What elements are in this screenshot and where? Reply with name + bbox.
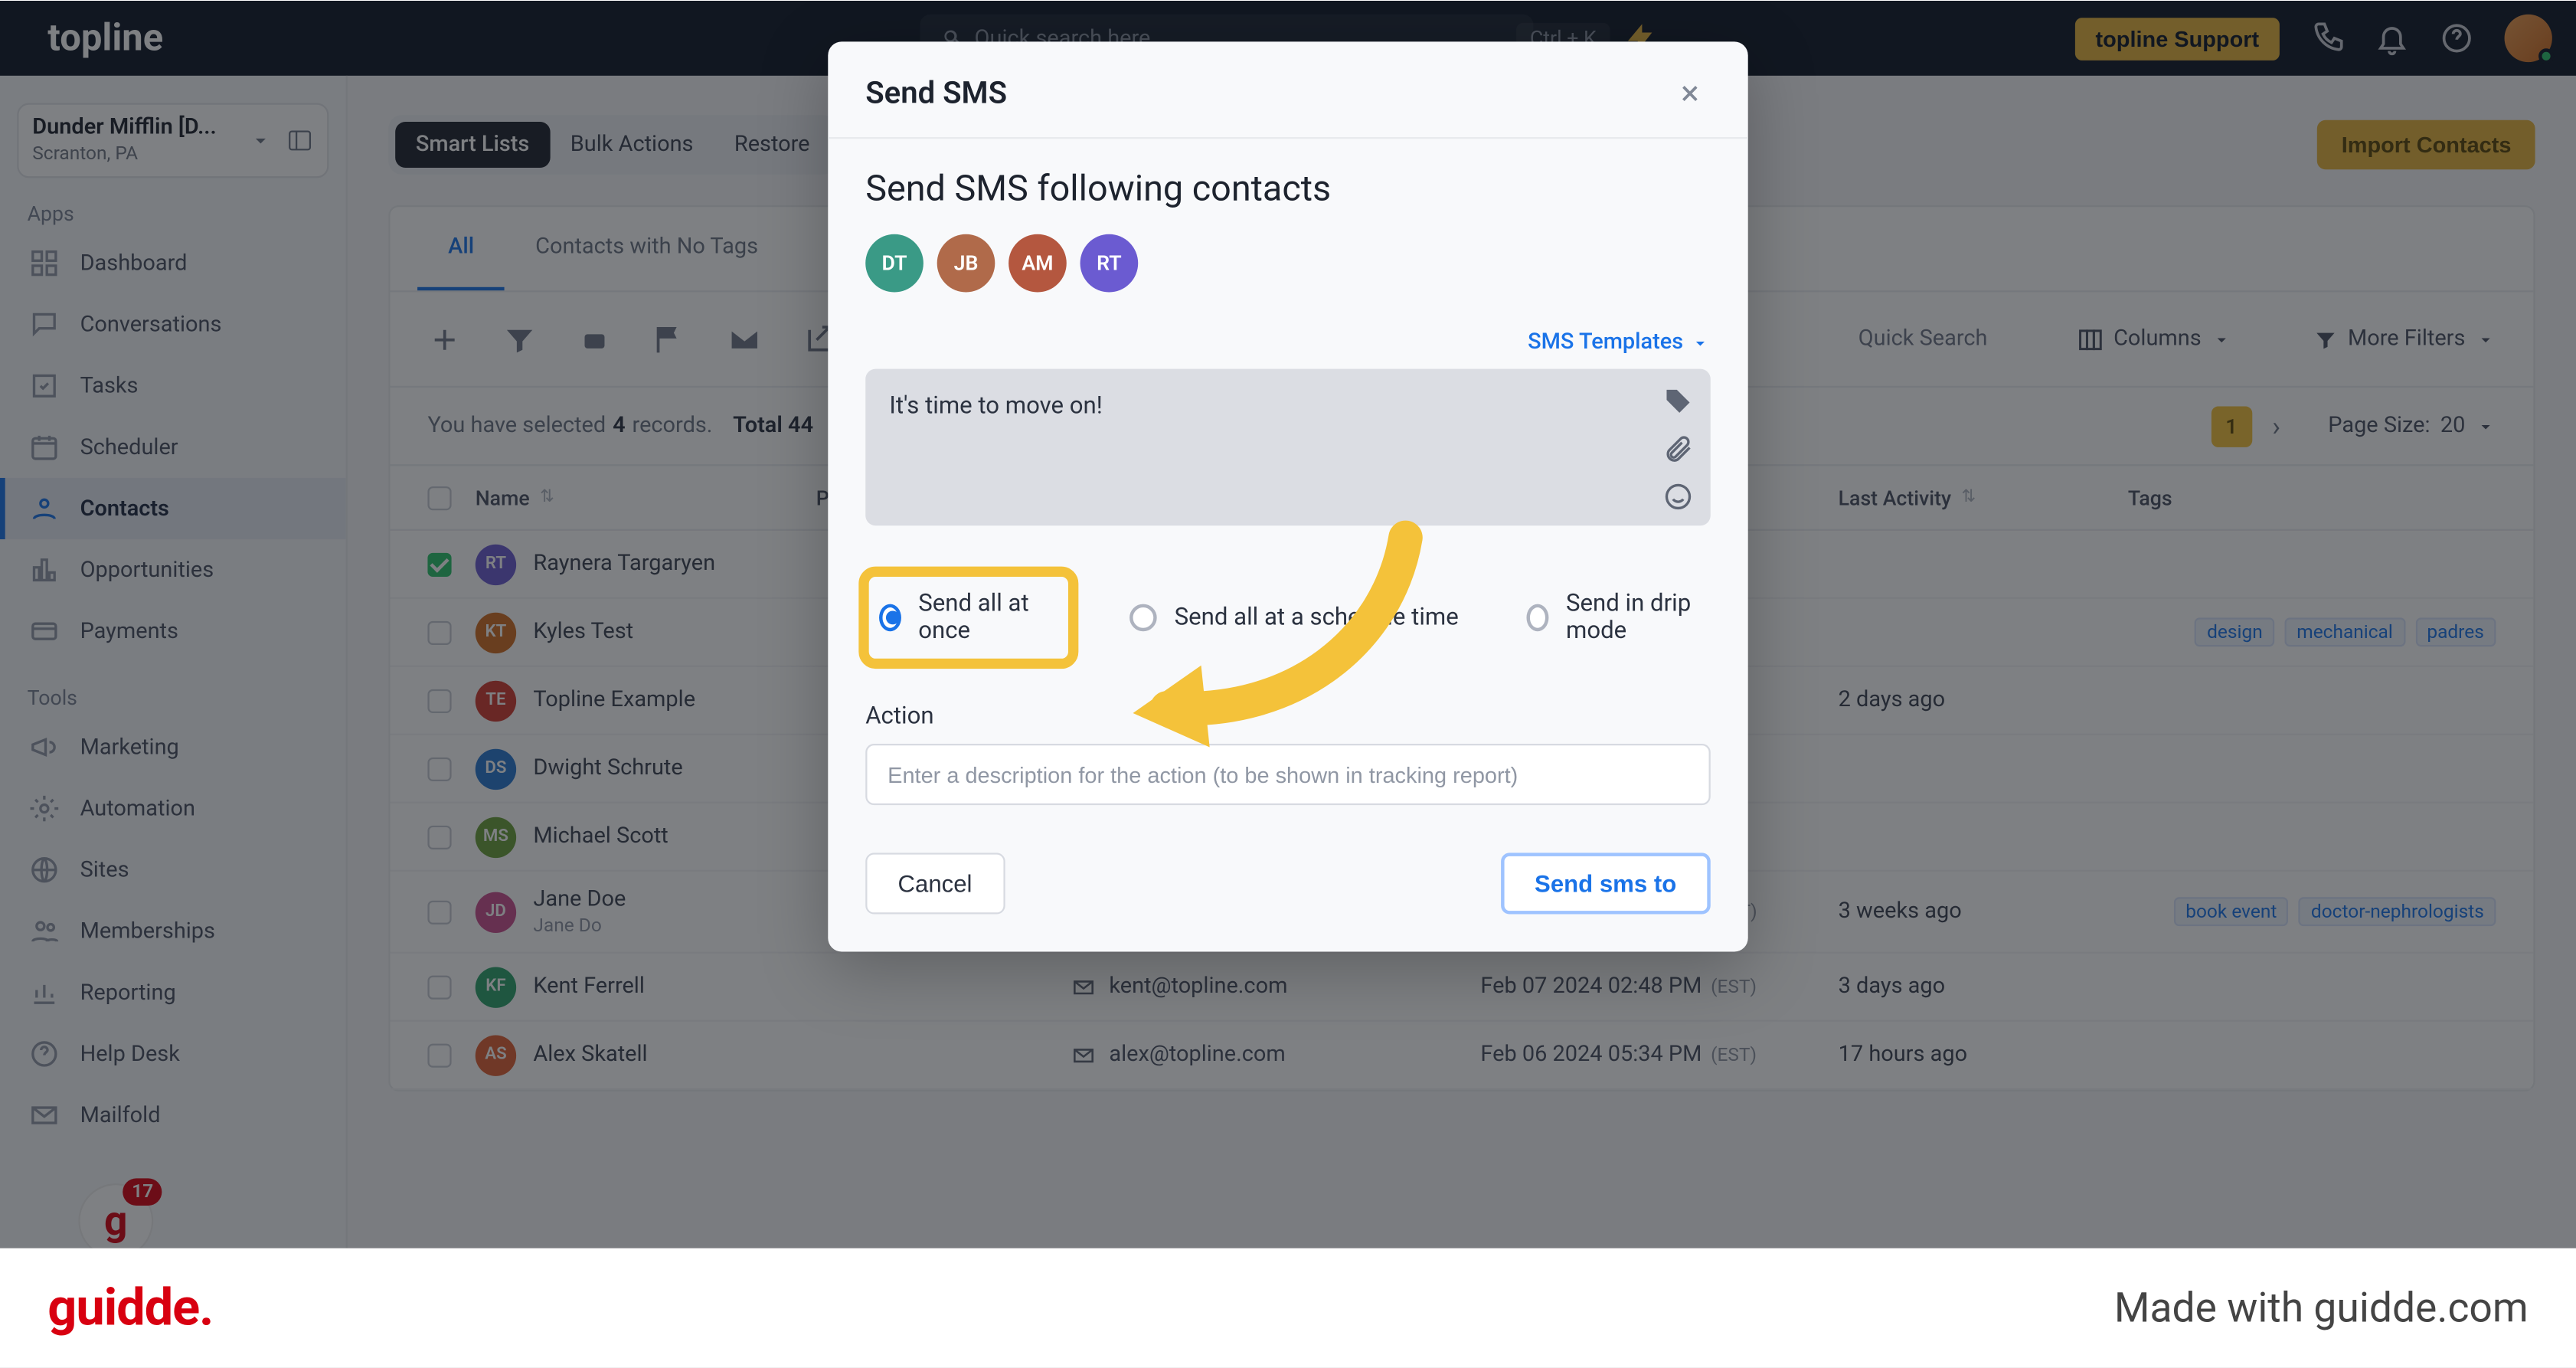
radio-send-all-at-once[interactable]: Send all at once (858, 566, 1079, 668)
radio-label: Send in drip mode (1566, 591, 1711, 645)
send-sms-button[interactable]: Send sms to (1501, 853, 1711, 914)
radio-label: Send all at once (918, 591, 1044, 645)
recipient-chip[interactable]: JB (937, 234, 995, 293)
radio-dot-icon (879, 604, 901, 631)
radio-dot-icon (1527, 604, 1549, 631)
sms-templates-button[interactable]: SMS Templates (865, 329, 1711, 355)
radio-dot-icon (1130, 604, 1158, 631)
footer: guidde. Made with guidde.com (0, 1248, 2576, 1367)
attachment-icon[interactable] (1662, 434, 1693, 464)
radio-label: Send all at a schedule time (1175, 604, 1459, 631)
cancel-button[interactable]: Cancel (865, 853, 1005, 914)
send-mode-radios: Send all at once Send all at a schedule … (872, 566, 1711, 668)
modal-title: Send SMS (865, 75, 1007, 111)
action-description-input[interactable] (865, 744, 1711, 805)
recipient-chip[interactable]: AM (1008, 234, 1067, 293)
sms-message-text: It's time to move on! (889, 393, 1102, 421)
action-label: Action (865, 702, 1711, 730)
recipient-chip[interactable]: DT (865, 234, 924, 293)
emoji-icon[interactable] (1662, 481, 1693, 512)
recipient-chip[interactable]: RT (1080, 234, 1139, 293)
tag-icon[interactable] (1662, 386, 1693, 417)
sms-templates-label: SMS Templates (1528, 329, 1683, 355)
radio-send-drip[interactable]: Send in drip mode (1527, 591, 1711, 645)
made-with: Made with guidde.com (2114, 1284, 2529, 1331)
chevron-down-icon (1690, 332, 1711, 353)
guidde-logo: guidde. (47, 1278, 213, 1337)
close-icon[interactable]: × (1669, 72, 1710, 113)
recipient-chips: DTJBAMRT (865, 234, 1711, 293)
send-sms-modal: Send SMS × Send SMS following contacts D… (828, 41, 1747, 951)
sms-message-textarea[interactable]: It's time to move on! (865, 368, 1711, 525)
radio-send-schedule[interactable]: Send all at a schedule time (1130, 604, 1459, 631)
modal-subtitle: Send SMS following contacts (865, 169, 1711, 210)
